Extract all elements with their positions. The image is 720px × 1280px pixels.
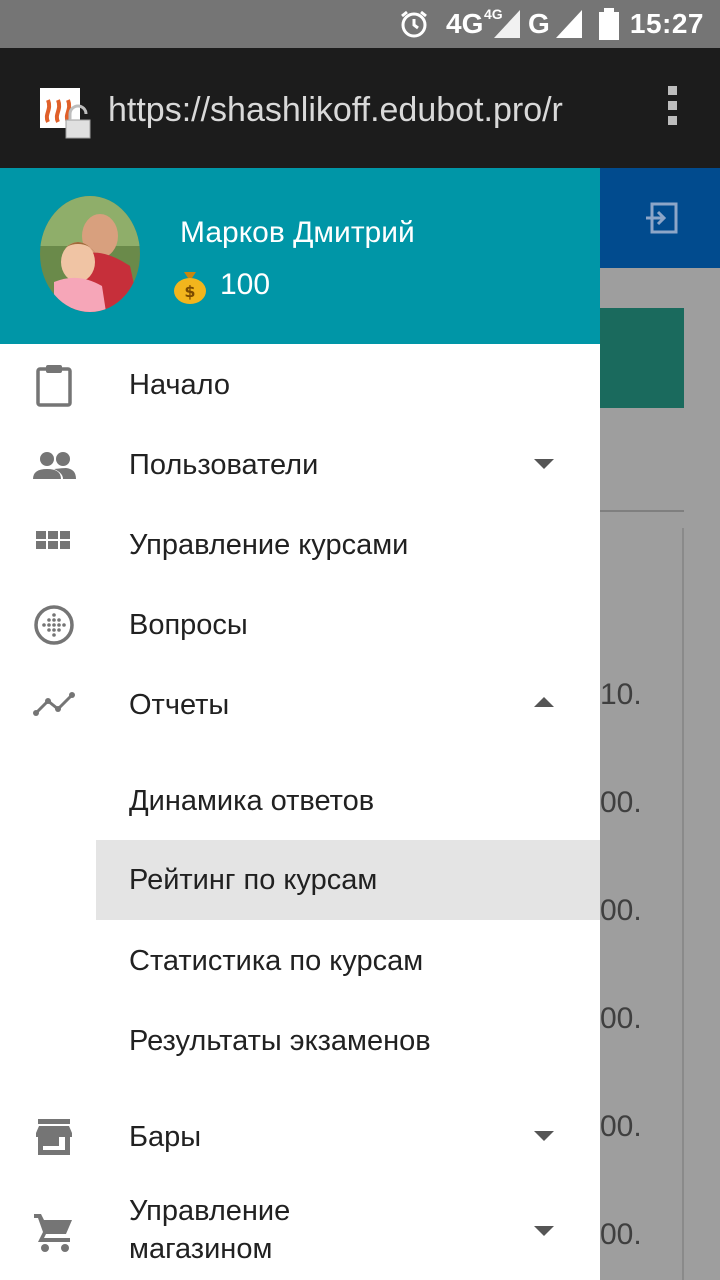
menu-item-course-management[interactable]: Управление курсами xyxy=(0,505,600,585)
submenu-item-label: Рейтинг по курсам xyxy=(129,864,378,896)
menu-item-label: Вопросы xyxy=(129,609,248,641)
drawer-header: Марков Дмитрий $ 100 xyxy=(0,168,600,344)
clock: 15:27 xyxy=(629,8,704,39)
divider xyxy=(600,510,684,512)
submenu-item-label: Динамика ответов xyxy=(129,785,375,817)
logout-icon[interactable] xyxy=(644,200,680,236)
chevron-down-icon[interactable] xyxy=(534,1226,554,1236)
submenu-item-course-statistics[interactable]: Статистика по курсам xyxy=(96,921,600,1001)
submenu-item-label: Статистика по курсам xyxy=(129,945,424,977)
background-value: .00 xyxy=(600,894,642,927)
network-type: 4G xyxy=(446,8,484,39)
background-value: .00 xyxy=(600,1218,642,1251)
signal-icon-2 xyxy=(556,0,582,48)
coin-balance: 100 xyxy=(220,268,271,301)
background-card xyxy=(600,308,684,408)
alarm-icon xyxy=(398,0,430,48)
submenu-item-answer-dynamics[interactable]: Динамика ответов xyxy=(96,761,600,841)
network-type-2: G xyxy=(528,8,550,39)
url-field[interactable]: https://shashlikoff.edubot.pro/r xyxy=(108,88,606,132)
menu-item-label-line: Управление xyxy=(129,1195,291,1227)
svg-text:$: $ xyxy=(184,282,195,301)
menu-item-label: Управление курсами xyxy=(129,529,409,561)
trend-line-icon xyxy=(32,683,76,727)
menu-item-bars[interactable]: Бары xyxy=(0,1097,600,1177)
people-icon xyxy=(32,443,76,487)
menu-item-questions[interactable]: Вопросы xyxy=(0,585,600,665)
background-value: .00 xyxy=(600,786,642,819)
clipboard-icon xyxy=(32,363,76,407)
background-value: .00 xyxy=(600,1002,642,1035)
menu-item-users[interactable]: Пользователи xyxy=(0,425,600,505)
submenu-item-label: Результаты экзаменов xyxy=(129,1025,431,1057)
menu-item-home[interactable]: Начало xyxy=(0,345,600,425)
divider xyxy=(682,528,684,1280)
menu-item-label: Начало xyxy=(129,369,231,401)
user-name: Марков Дмитрий xyxy=(180,216,415,249)
chevron-down-icon[interactable] xyxy=(534,1131,554,1141)
store-icon xyxy=(32,1115,76,1159)
submenu-item-exam-results[interactable]: Результаты экзаменов xyxy=(96,1001,600,1081)
navigation-drawer: Марков Дмитрий $ 100 Начало Пользователи… xyxy=(0,168,600,1280)
menu-item-label: Управление магазином xyxy=(129,1192,290,1272)
menu-item-label: Бары xyxy=(129,1121,202,1153)
background-value: .00 xyxy=(600,1110,642,1143)
chevron-up-icon[interactable] xyxy=(534,697,554,707)
site-favicon-icon xyxy=(40,88,92,140)
menu-item-reports[interactable]: Отчеты xyxy=(0,665,600,745)
browser-menu-icon[interactable] xyxy=(660,86,684,134)
signal-icon xyxy=(494,0,520,48)
cart-icon xyxy=(32,1210,76,1254)
browser-url-bar: https://shashlikoff.edubot.pro/r xyxy=(0,48,720,168)
menu-item-label-line: магазином xyxy=(129,1233,273,1265)
grid-icon xyxy=(32,523,76,567)
background-value: .10 xyxy=(600,678,642,711)
status-bar: 4G 4G G 15:27 xyxy=(0,0,720,48)
dots-circle-icon xyxy=(32,603,76,647)
menu-item-label: Пользователи xyxy=(129,449,319,481)
menu-item-label: Отчеты xyxy=(129,689,230,721)
chevron-down-icon[interactable] xyxy=(534,459,554,469)
battery-icon xyxy=(598,0,620,48)
menu-item-shop-management[interactable]: Управление магазином xyxy=(0,1190,600,1274)
money-bag-icon: $ xyxy=(172,266,208,304)
submenu-item-course-rating[interactable]: Рейтинг по курсам xyxy=(96,840,600,920)
avatar[interactable] xyxy=(40,196,140,312)
